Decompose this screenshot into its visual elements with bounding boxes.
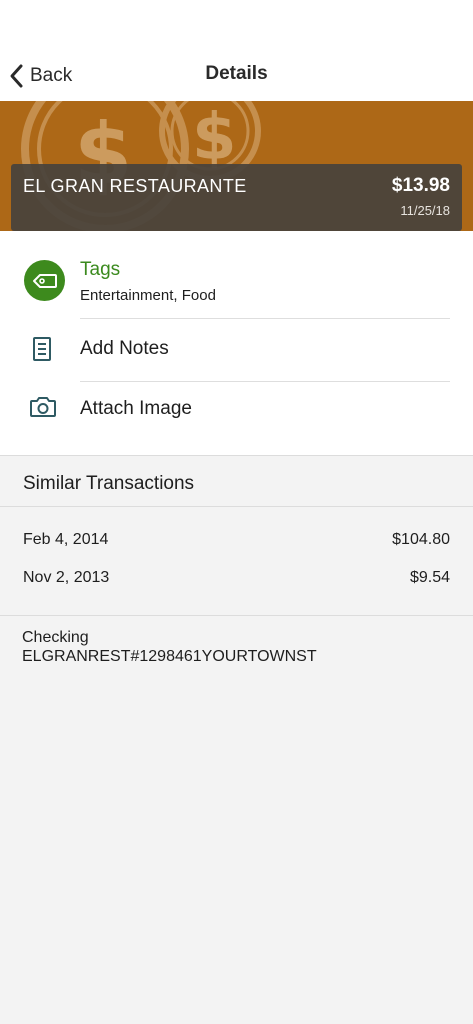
- camera-icon: [29, 396, 57, 423]
- document-icon: [32, 336, 52, 367]
- add-notes-row[interactable]: Add Notes: [0, 319, 473, 381]
- attach-image-row[interactable]: Attach Image: [0, 381, 473, 441]
- merchant-name: EL GRAN RESTAURANTE: [23, 176, 247, 196]
- nav-bar: Back Details: [0, 0, 473, 101]
- transaction-date: 11/25/18: [400, 203, 450, 218]
- tag-icon: [24, 260, 65, 301]
- transaction-actions: Tags Entertainment, Food Add Notes Attac…: [0, 231, 473, 456]
- divider: [0, 506, 473, 507]
- similar-transaction-row[interactable]: Nov 2, 2013 $9.54: [0, 564, 473, 594]
- divider: [0, 615, 473, 616]
- transaction-date: Nov 2, 2013: [23, 569, 110, 586]
- page-title: Details: [205, 63, 268, 84]
- transaction-amount: $9.54: [409, 569, 450, 586]
- similar-transactions-header: Similar Transactions: [23, 473, 195, 494]
- transaction-date: Feb 4, 2014: [23, 531, 109, 548]
- account-type: Checking: [22, 629, 89, 646]
- transaction-amount: $13.98: [391, 175, 450, 196]
- attach-image-label: Attach Image: [80, 398, 192, 419]
- transaction-details-screen: Back Details $ $ EL GRAN RESTAURANTE $13…: [0, 0, 473, 1024]
- transaction-amount: $104.80: [392, 531, 450, 548]
- tags-label: Tags: [80, 259, 121, 280]
- tags-value: Entertainment, Food: [80, 287, 216, 304]
- account-description: ELGRANREST#1298461YOURTOWNST: [22, 648, 317, 665]
- tags-row[interactable]: Tags Entertainment, Food: [0, 231, 473, 319]
- similar-transaction-row[interactable]: Feb 4, 2014 $104.80: [0, 526, 473, 556]
- add-notes-label: Add Notes: [80, 338, 169, 359]
- merchant-card: EL GRAN RESTAURANTE $13.98 11/25/18: [11, 164, 462, 231]
